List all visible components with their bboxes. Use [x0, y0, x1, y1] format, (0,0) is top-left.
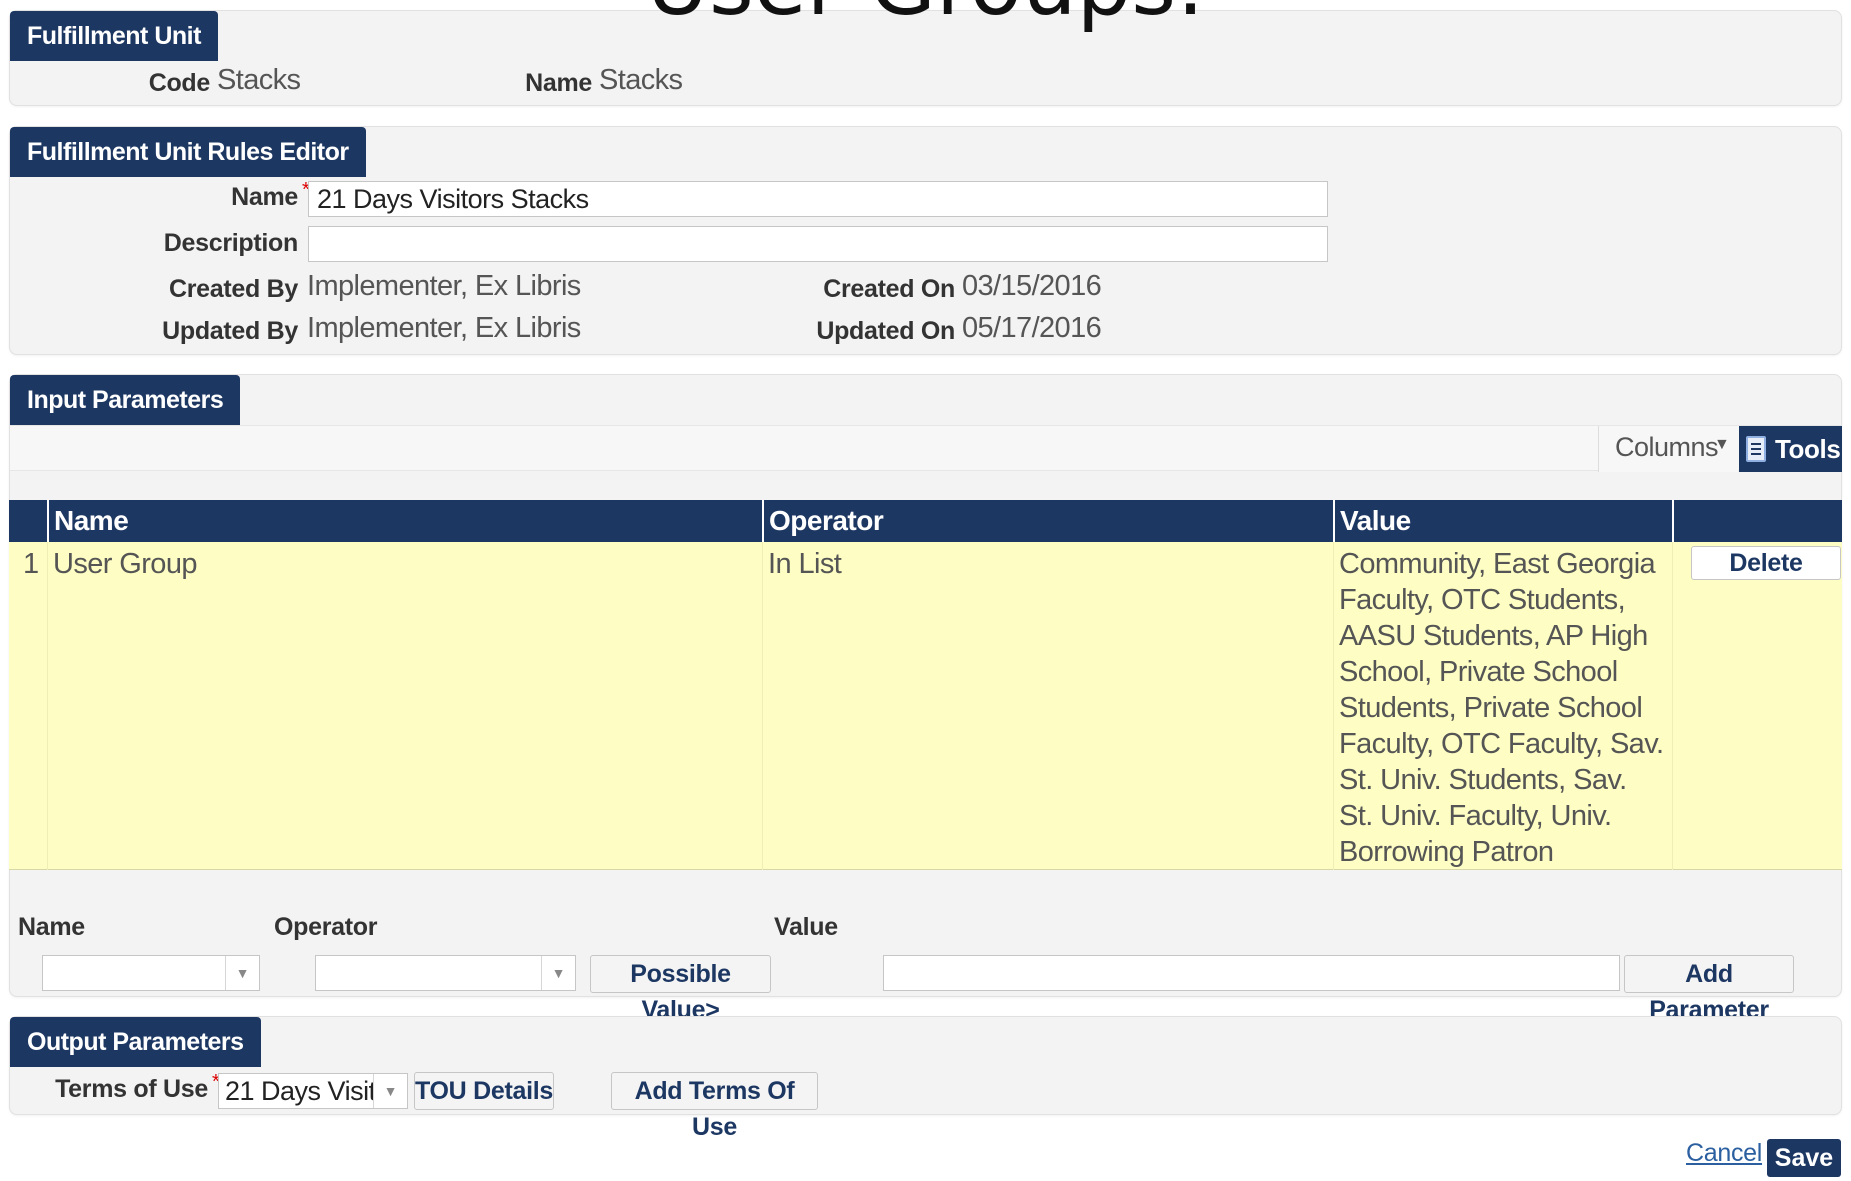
- row-name-cell: User Group: [47, 542, 762, 870]
- param-name-select[interactable]: ▼: [42, 955, 260, 991]
- rule-name-input[interactable]: 21 Days Visitors Stacks: [308, 181, 1328, 217]
- updated-on-value: 05/17/2016: [962, 312, 1102, 344]
- param-name-label: Name: [18, 913, 85, 941]
- created-by-label: Created By: [169, 275, 298, 303]
- row-index: 1: [23, 548, 39, 580]
- row-actions-cell: Delete: [1672, 542, 1842, 870]
- add-parameter-button[interactable]: Add Parameter: [1624, 955, 1794, 1024]
- param-operator-label: Operator: [274, 913, 378, 941]
- columns-label: Columns: [1615, 432, 1719, 462]
- overlay-title: User Groups:: [0, 0, 1851, 28]
- chevron-down-icon: ▼: [225, 956, 259, 990]
- possible-value-button[interactable]: Possible Value>: [590, 955, 771, 1024]
- table-row[interactable]: 1 User Group In List Community, East Geo…: [9, 542, 1842, 870]
- col-operator-header[interactable]: Operator: [762, 500, 1333, 542]
- created-on-value: 03/15/2016: [962, 270, 1102, 302]
- unit-name-value: Stacks: [599, 64, 683, 96]
- created-on-label: Created On: [823, 275, 955, 303]
- output-parameters-tab: Output Parameters: [10, 1017, 261, 1067]
- description-label: Description: [163, 229, 299, 257]
- terms-of-use-select[interactable]: 21 Days Visitor ▼: [218, 1073, 408, 1109]
- unit-name-label: Name: [525, 69, 592, 97]
- rule-name-label: Name: [231, 183, 298, 211]
- updated-by-label: Updated By: [162, 317, 298, 345]
- table-toolbar: Columns ▼ Tools: [10, 425, 1842, 472]
- description-input[interactable]: [308, 226, 1328, 262]
- tools-icon: [1746, 436, 1766, 462]
- code-label: Code: [148, 69, 211, 97]
- param-value-label: Value: [774, 913, 838, 941]
- row-value-cell: Community, East Georgia Faculty, OTC Stu…: [1333, 542, 1672, 870]
- chevron-down-icon: ▼: [541, 956, 575, 990]
- chevron-down-icon: ▼: [373, 1074, 407, 1108]
- col-index-header: [9, 500, 47, 542]
- delete-button[interactable]: Delete: [1691, 546, 1841, 580]
- col-actions-header: [1672, 500, 1842, 542]
- param-operator-select[interactable]: ▼: [315, 955, 576, 991]
- save-button[interactable]: Save: [1767, 1139, 1841, 1177]
- created-by-value: Implementer, Ex Libris: [307, 270, 581, 302]
- rules-editor-tab: Fulfillment Unit Rules Editor: [10, 127, 366, 177]
- input-parameters-tab: Input Parameters: [10, 375, 241, 425]
- updated-by-value: Implementer, Ex Libris: [307, 312, 581, 344]
- param-value-input[interactable]: [883, 955, 1620, 991]
- cancel-link[interactable]: Cancel: [1686, 1139, 1762, 1168]
- col-value-header[interactable]: Value: [1333, 500, 1672, 542]
- chevron-down-icon: ▼: [1714, 436, 1730, 453]
- columns-dropdown[interactable]: Columns ▼: [1598, 426, 1738, 472]
- row-operator-cell: In List: [762, 542, 1333, 870]
- parameters-table-header: Name Operator Value: [9, 500, 1842, 542]
- col-name-header[interactable]: Name: [47, 500, 762, 542]
- output-parameters-panel: Output Parameters Terms of Use * 21 Days…: [9, 1016, 1842, 1141]
- add-terms-of-use-button[interactable]: Add Terms Of Use: [611, 1072, 818, 1141]
- rules-editor-panel: Fulfillment Unit Rules Editor Name * 21 …: [9, 126, 1842, 355]
- terms-of-use-label: Terms of Use: [55, 1075, 208, 1103]
- tou-details-button[interactable]: TOU Details: [414, 1072, 554, 1110]
- updated-on-label: Updated On: [816, 317, 955, 345]
- code-value: Stacks: [217, 64, 301, 96]
- tools-button[interactable]: Tools: [1739, 426, 1842, 472]
- terms-of-use-select-value: 21 Days Visitor: [225, 1076, 373, 1106]
- tools-label: Tools: [1775, 434, 1841, 464]
